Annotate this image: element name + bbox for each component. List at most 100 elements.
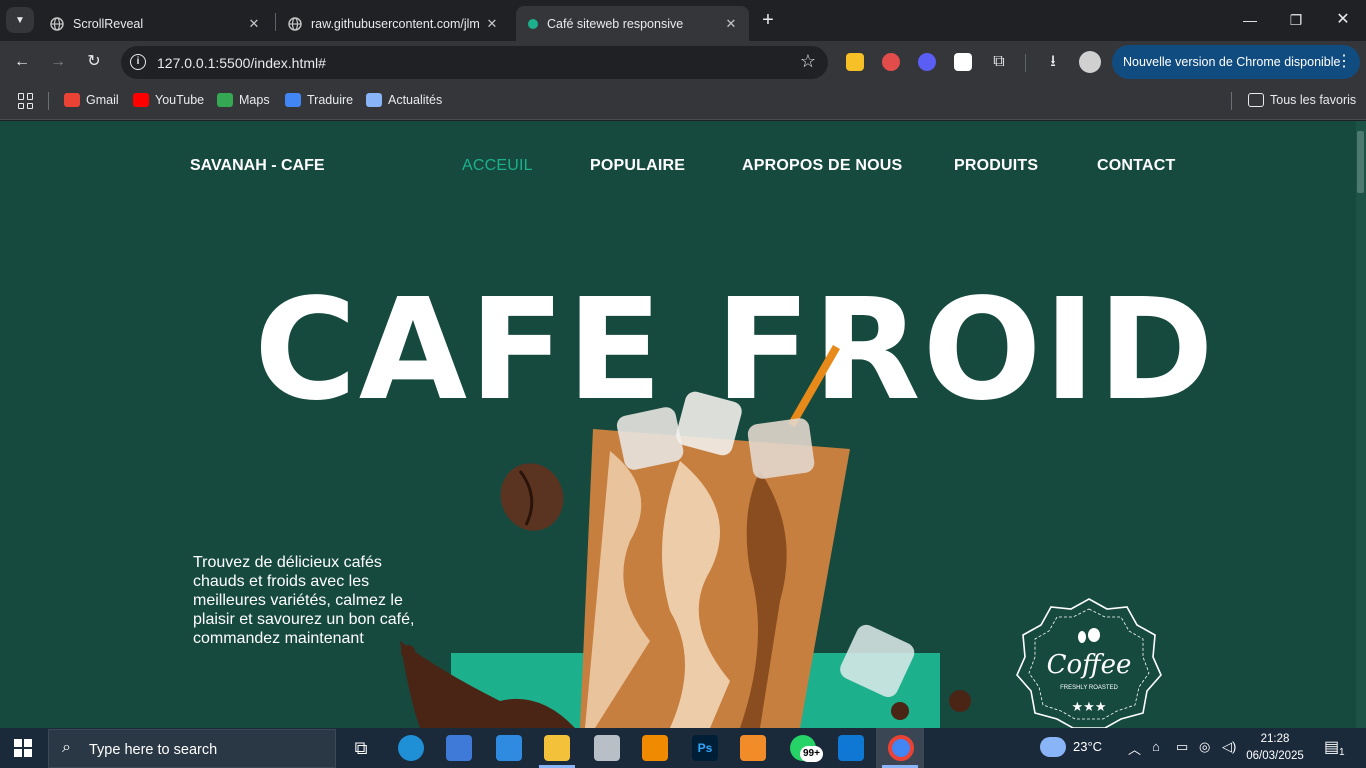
site-logo[interactable]: SAVANAH - CAFE [190,157,325,175]
news-icon [366,93,382,107]
nav-link-acceuil[interactable]: ACCEUIL [462,157,533,175]
badge-title: Coffee [1047,650,1132,680]
bookmark-star-icon[interactable]: ☆ [800,51,816,72]
system-clock[interactable]: 21:28 06/03/2025 [1240,731,1310,765]
page-viewport: SAVANAH - CAFE ACCEUIL POPULAIRE APROPOS… [0,121,1366,728]
store-icon[interactable] [446,735,472,761]
sublime-text-icon[interactable] [740,735,766,761]
gmail-icon [64,93,80,107]
bookmarks-divider [1231,92,1232,110]
windows-taskbar: ⌕ Type here to search ⧉ Ps 99+ 23°C ︿ ⌂ … [0,728,1366,768]
bookmark-label: YouTube [155,93,205,107]
bookmark-youtube[interactable]: YouTube [133,93,204,107]
tab-search-button[interactable]: ▼ [6,7,34,33]
more-menu-icon[interactable]: ⋮ [1336,45,1352,79]
back-button[interactable]: ← [10,50,34,74]
file-explorer-icon[interactable] [544,735,570,761]
chevron-up-icon[interactable]: ︿ [1128,739,1141,758]
straw [788,345,840,427]
windows-start-icon[interactable] [14,739,32,757]
leaf-icon [528,18,538,29]
weather-temperature[interactable]: 23°C [1073,739,1102,754]
close-icon[interactable]: ✕ [246,16,262,32]
coffee-badge-icon: Coffee FRESHLY ROASTED ★★★ [1016,598,1162,728]
bookmarks-divider [48,92,49,110]
profile-avatar[interactable] [1079,51,1101,73]
globe-icon[interactable]: ◎ [1199,739,1210,755]
app-tools-icon[interactable] [594,735,620,761]
globe-icon [50,16,64,31]
all-bookmarks[interactable]: Tous les favoris [1248,93,1356,107]
notification-badge: 99+ [800,746,823,762]
search-icon: ⌕ [62,739,71,756]
tab-strip: ▼ ScrollReveal ✕ raw.githubusercontent.c… [0,0,1366,41]
bookmark-actualites[interactable]: Actualités [366,93,442,107]
extensions-puzzle-icon[interactable]: ⧉ [987,50,1011,74]
minimize-button[interactable]: — [1238,8,1262,32]
nav-link-produits[interactable]: PRODUITS [954,157,1038,175]
clock-time: 21:28 [1260,733,1290,745]
apps-grid-icon[interactable] [18,93,34,109]
volume-icon[interactable]: ◁) [1222,739,1236,755]
tab-divider [275,13,276,31]
close-icon[interactable]: ✕ [484,16,500,32]
forward-button[interactable]: → [46,50,70,74]
reload-button[interactable]: ↻ [82,50,106,74]
bookmark-label: Traduire [307,93,354,107]
clock-date: 06/03/2025 [1246,750,1304,762]
restore-button[interactable]: ❐ [1284,8,1308,32]
hero-description: Trouvez de délicieux cafés chauds et fro… [193,554,415,647]
network-icon[interactable]: ⌂ [1152,739,1160,754]
globe-icon [288,16,302,31]
battery-icon[interactable]: ▭ [1176,739,1188,755]
extension-s-icon[interactable] [954,53,972,71]
maps-icon [217,93,233,107]
photoshop-icon[interactable]: Ps [692,735,718,761]
download-icon[interactable]: ⭳ [1041,50,1065,74]
scrollbar-thumb[interactable] [1357,131,1364,193]
bookmark-label: Actualités [388,93,443,107]
bookmark-label: Maps [239,93,270,107]
tab-scrollreveal[interactable]: ScrollReveal ✕ [40,6,272,41]
bookmark-traduire[interactable]: Traduire [285,93,353,107]
tab-cafe-siteweb[interactable]: Café siteweb responsive ✕ [516,6,749,41]
task-view-icon[interactable]: ⧉ [348,735,374,761]
folder-icon [1248,93,1264,107]
bookmark-label: Gmail [86,93,119,107]
site-info-icon[interactable]: i [130,54,146,70]
vlc-icon[interactable] [642,735,668,761]
taskbar-search[interactable]: ⌕ Type here to search [48,729,336,768]
vscode-icon[interactable] [838,735,864,761]
close-window-button[interactable]: ✕ [1331,8,1355,32]
mail-icon[interactable] [496,735,522,761]
page-scrollbar[interactable] [1356,121,1366,728]
all-bookmarks-label: Tous les favoris [1270,93,1357,107]
chrome-icon[interactable] [888,735,914,761]
weather-icon[interactable] [1040,737,1066,757]
coffee-bean-icon [500,463,564,531]
close-icon[interactable]: ✕ [723,16,739,32]
extension-gear-icon[interactable] [918,53,936,71]
tab-title: Café siteweb responsive [547,16,684,31]
new-tab-button[interactable]: + [757,9,779,31]
tab-title: raw.githubusercontent.com/jlm [311,16,480,31]
bookmark-maps[interactable]: Maps [217,93,270,107]
translate-icon [285,93,301,107]
youtube-icon [133,93,149,107]
search-placeholder: Type here to search [89,742,218,758]
bookmark-gmail[interactable]: Gmail [64,93,119,107]
address-bar[interactable]: i 127.0.0.1:5500/index.html# ☆ [121,46,828,79]
extension-red-icon[interactable] [882,53,900,71]
extension-folder-icon[interactable] [846,53,864,71]
nav-link-contact[interactable]: CONTACT [1097,157,1175,175]
nav-link-populaire[interactable]: POPULAIRE [590,157,685,175]
url-text[interactable]: 127.0.0.1:5500/index.html# [157,55,326,71]
notification-center-icon[interactable]: ▤ [1324,737,1339,757]
bookmarks-bar: Gmail YouTube Maps Traduire Actualités T… [0,83,1366,120]
badge-subtitle: FRESHLY ROASTED [1060,685,1118,691]
edge-icon[interactable] [398,735,424,761]
tab-raw-github[interactable]: raw.githubusercontent.com/jlm ✕ [278,6,510,41]
chrome-update-button[interactable]: Nouvelle version de Chrome disponible ⋮ [1112,45,1360,79]
coffee-splash [400,641,575,728]
nav-link-apropos[interactable]: APROPOS DE NOUS [742,157,902,175]
